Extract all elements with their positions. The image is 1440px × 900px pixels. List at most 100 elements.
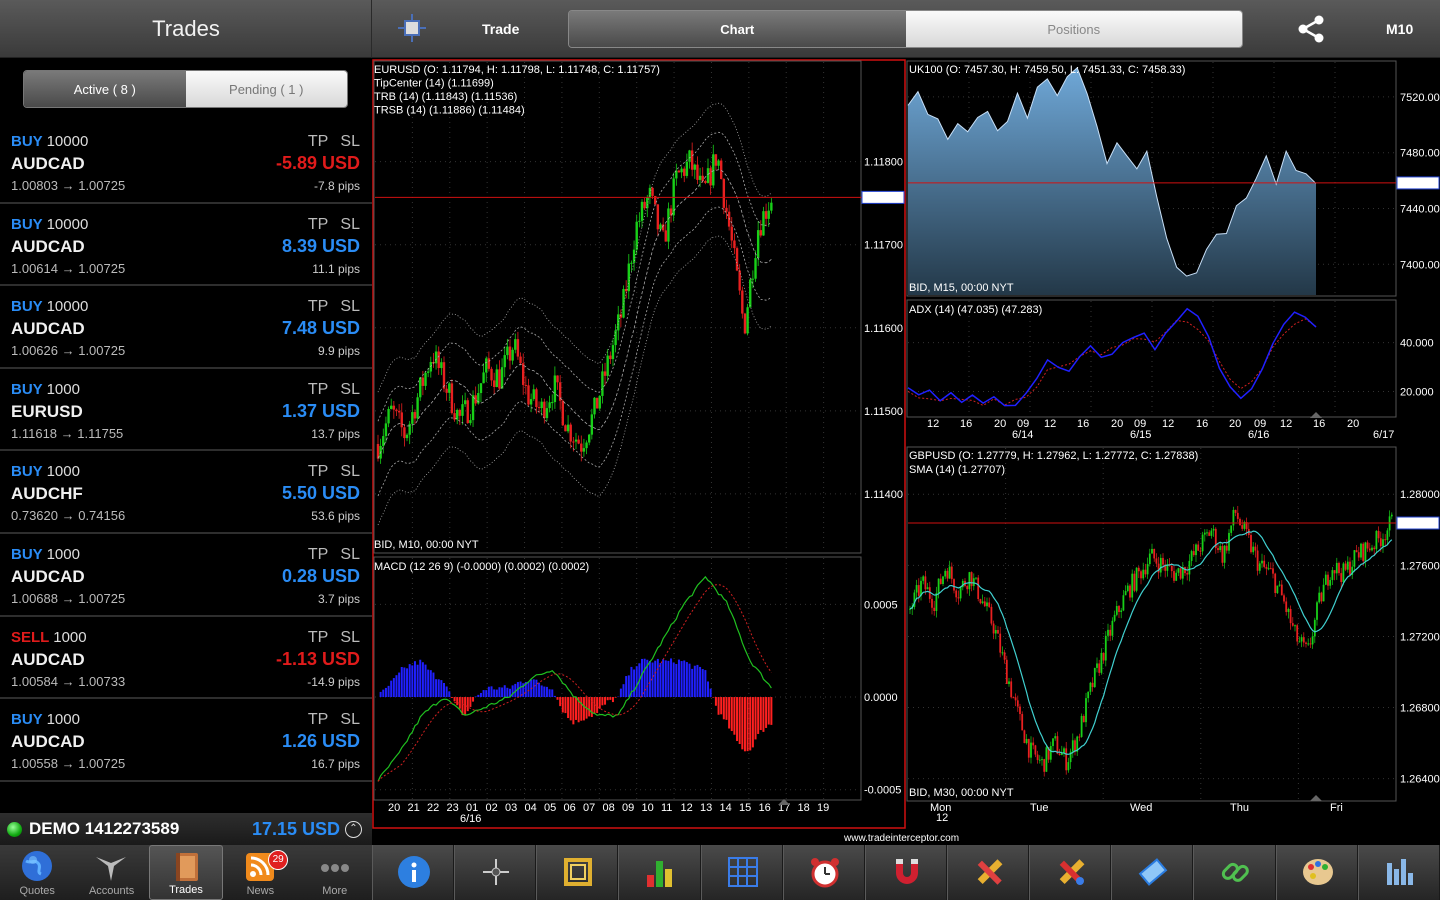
tp-label[interactable]: TP	[308, 463, 328, 480]
gbpusd-candle	[1265, 566, 1268, 569]
eurusd-candle	[720, 160, 723, 179]
trade-symbol: AUDCAD	[11, 649, 85, 669]
eurusd-candle	[590, 414, 594, 435]
gbpusd-candle	[1098, 663, 1101, 673]
trade-row[interactable]: SELL 1000 AUDCAD 1.00584 → 1.00733 TP SL -1.…	[0, 617, 372, 700]
gbpusd-candle	[1151, 548, 1153, 554]
gbpusd-candle	[1219, 546, 1222, 551]
trade-pips: 16.7 pips	[311, 757, 360, 772]
crosshair-tool-button[interactable]	[454, 845, 537, 900]
bar-chart-tool-button[interactable]	[618, 845, 701, 900]
sl-label[interactable]: SL	[340, 216, 360, 233]
trade-direction: BUY	[11, 711, 43, 729]
gbpusd-candle	[1276, 585, 1279, 594]
trade-row[interactable]: BUY 1000 AUDCHF 0.73620 → 0.74156 TP SL 5.50…	[0, 451, 372, 534]
tp-label[interactable]: TP	[308, 711, 328, 728]
adx-info: ADX (14) (47.035) (47.283)	[909, 304, 1042, 316]
eurusd-candle	[611, 345, 615, 360]
eurusd-candle	[730, 226, 733, 241]
trade-button[interactable]: Trade	[482, 21, 519, 37]
trade-row[interactable]: BUY 1000 AUDCAD 1.00688 → 1.00725 TP SL 0.28…	[0, 534, 372, 617]
trade-quantity: 10000	[46, 215, 89, 233]
gbpusd-candle	[1287, 608, 1290, 612]
trade-direction: BUY	[11, 215, 43, 233]
magnet-tool-button[interactable]	[864, 845, 947, 900]
eurusd-candle	[601, 371, 604, 396]
tp-label[interactable]: TP	[308, 216, 328, 233]
tab-trades[interactable]: Trades	[148, 845, 224, 900]
sl-label[interactable]: SL	[340, 133, 360, 150]
sl-label[interactable]: SL	[340, 381, 360, 398]
account-bar[interactable]: DEMO 1412273589 17.15 USD ⌃	[0, 813, 372, 845]
gbpusd-candle	[1342, 563, 1345, 583]
eurusd-y-tick: 1.11600	[864, 323, 903, 335]
eurusd-candle	[411, 412, 414, 424]
gbpusd-candle	[1126, 585, 1129, 592]
trade-symbol: AUDCAD	[11, 319, 85, 339]
trade-symbol: AUDCAD	[11, 566, 85, 586]
charts-canvas[interactable]: 1.11757 1.11800 1.11700 1.11600 1.11500 1.114…	[372, 58, 1440, 845]
gbpusd-candle	[948, 566, 951, 579]
tp-label[interactable]: TP	[308, 381, 328, 398]
crosshair-move-icon[interactable]	[398, 14, 426, 42]
trades-panel: Trades Active ( 8 ) Pending ( 1 ) BUY 10…	[0, 0, 372, 900]
grid-tool-button[interactable]	[700, 845, 783, 900]
tab-more[interactable]: More	[298, 845, 372, 900]
trade-row[interactable]: BUY 1000 AUDCAD 1.00558 → 1.00725 TP SL 1.26…	[0, 699, 372, 782]
gbpusd-candle	[1021, 714, 1024, 731]
share-icon[interactable]	[1296, 14, 1326, 44]
tab-pending[interactable]: Pending ( 1 )	[185, 71, 347, 107]
tp-label[interactable]: TP	[308, 629, 328, 646]
gbpusd-candle	[1371, 547, 1373, 551]
pencil-ruler-tool-button[interactable]	[946, 845, 1030, 900]
tab-positions[interactable]: Positions	[905, 11, 1242, 47]
alarm-clock-tool-button[interactable]	[782, 845, 865, 900]
tp-sl-labels: TP SL	[308, 711, 360, 729]
sl-label[interactable]: SL	[340, 463, 360, 480]
sl-label[interactable]: SL	[340, 711, 360, 728]
gbpusd-candle	[1003, 652, 1006, 660]
adx-x-tick: 20	[1347, 418, 1359, 430]
eurusd-candle	[445, 388, 448, 393]
trade-symbol: AUDCAD	[11, 236, 85, 256]
sl-label[interactable]: SL	[340, 546, 360, 563]
charts-area[interactable]: 1.11757 1.11800 1.11700 1.11600 1.11500 1.114…	[372, 58, 1440, 845]
tab-news[interactable]: 29 News	[223, 845, 297, 900]
eurusd-candle	[696, 164, 699, 180]
trade-row[interactable]: BUY 10000 AUDCAD 1.00614 → 1.00725 TP SL 8.3…	[0, 204, 372, 287]
tp-label[interactable]: TP	[308, 546, 328, 563]
timeframe-button[interactable]: M10	[1386, 21, 1413, 37]
eurusd-candle	[712, 154, 715, 186]
trade-prices: 1.00688 → 1.00725	[11, 590, 126, 606]
tab-active[interactable]: Active ( 8 )	[24, 71, 186, 107]
eurusd-candle	[701, 175, 704, 182]
tab-quotes[interactable]: Quotes	[0, 845, 74, 900]
tp-label[interactable]: TP	[308, 298, 328, 315]
chart-settings-icon	[1386, 859, 1413, 885]
eurusd-candle	[456, 409, 459, 420]
trade-row[interactable]: BUY 1000 EURUSD 1.11618 → 1.11755 TP SL 1.37…	[0, 369, 372, 452]
trade-prices: 0.73620 → 0.74156	[11, 508, 126, 524]
tab-chart[interactable]: Chart	[569, 11, 906, 47]
trade-side: BUY 1000	[11, 381, 80, 398]
trade-profit: 7.48 USD	[281, 318, 360, 339]
trade-row[interactable]: BUY 10000 AUDCAD 1.00626 → 1.00725 TP SL 7.4…	[0, 286, 372, 369]
palette-tool-button[interactable]	[1275, 845, 1358, 900]
eurusd-candle	[442, 362, 446, 389]
trade-row[interactable]: BUY 10000 AUDCAD 1.00803 → 1.00725 TP SL -5.…	[0, 121, 372, 204]
info-tool-button[interactable]	[372, 845, 455, 900]
sl-label[interactable]: SL	[340, 298, 360, 315]
eurusd-candle	[746, 307, 749, 334]
chart-settings-tool-button[interactable]	[1357, 845, 1440, 900]
tab-accounts[interactable]: Accounts	[74, 845, 148, 900]
frame-tool-button[interactable]	[536, 845, 619, 900]
chevron-up-icon[interactable]: ⌃	[345, 821, 362, 838]
eraser-tool-button[interactable]	[1111, 845, 1194, 900]
link-tool-button[interactable]	[1193, 845, 1276, 900]
sl-label[interactable]: SL	[340, 629, 360, 646]
gbpusd-candle	[959, 587, 962, 599]
pencil-ruler-alt-tool-button[interactable]	[1029, 845, 1112, 900]
gbpusd-candle	[933, 607, 936, 611]
uk100-y-tick: 7400.00	[1400, 259, 1440, 271]
tp-label[interactable]: TP	[308, 133, 328, 150]
